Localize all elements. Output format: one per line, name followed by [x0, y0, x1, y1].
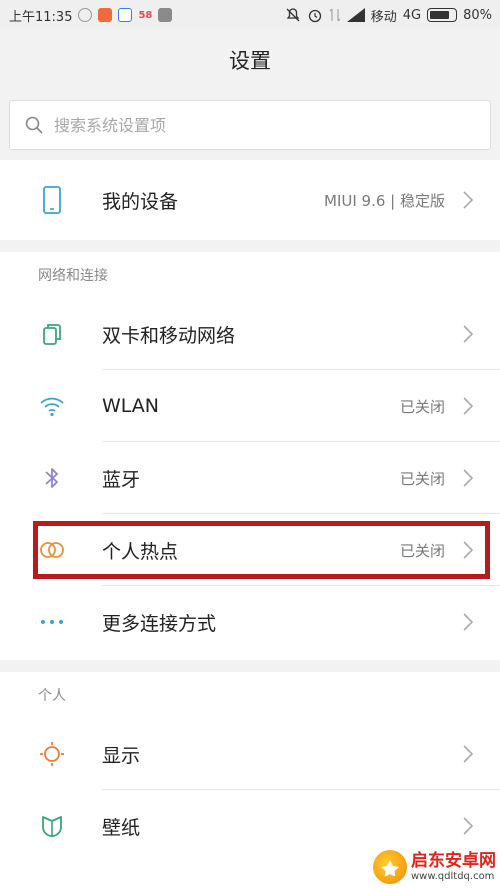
chevron-right-icon [462, 468, 474, 488]
personal-hotspot-row[interactable]: 个人热点 已关闭 [0, 514, 500, 586]
sim-card-icon [37, 319, 67, 349]
hotspot-icon [37, 535, 67, 565]
search-box[interactable] [9, 100, 491, 150]
status-time: 上午11:35 [9, 9, 73, 25]
watermark-logo-icon [373, 850, 407, 884]
search-input[interactable] [54, 115, 490, 135]
chevron-right-icon [462, 540, 474, 560]
sim-mobile-network-row[interactable]: 双卡和移动网络 [0, 298, 500, 370]
watermark-title: 启东安卓网 [411, 850, 496, 871]
battery-percent: 80% [463, 7, 492, 23]
device-card: 我的设备 MIUI 9.6 | 稳定版 [0, 160, 500, 240]
chevron-right-icon [462, 396, 474, 416]
display-label: 显示 [102, 744, 141, 767]
watermark-text: 启东安卓网 www.qdltdq.com [411, 850, 496, 882]
my-device-row[interactable]: 我的设备 MIUI 9.6 | 稳定版 [0, 160, 500, 240]
personal-hotspot-label: 个人热点 [102, 540, 179, 563]
phone-icon [37, 185, 67, 215]
signal-icon [346, 8, 365, 22]
app-notification-icon [118, 8, 133, 22]
search-container [0, 90, 500, 150]
display-icon [37, 739, 67, 769]
sim-mobile-network-label: 双卡和移动网络 [102, 324, 236, 347]
app-58-icon: 58 [138, 9, 153, 21]
search-icon [25, 116, 43, 134]
network-type: 4G [402, 7, 422, 23]
bluetooth-icon [37, 463, 67, 493]
watermark: 启东安卓网 www.qdltdq.com [373, 850, 496, 884]
more-connections-row[interactable]: 更多连接方式 [0, 586, 500, 658]
personal-hotspot-status: 已关闭 [399, 541, 445, 560]
chevron-right-icon [462, 612, 474, 632]
page-title: 设置 [229, 49, 271, 73]
bluetooth-status: 已关闭 [399, 469, 445, 488]
more-dots-icon [37, 607, 67, 637]
wlan-status: 已关闭 [399, 397, 445, 416]
app-notification-icon [78, 8, 93, 22]
wlan-label: WLAN [102, 395, 160, 417]
section-header-network: 网络和连接 [38, 268, 108, 284]
carrier-name: 移动 [370, 9, 397, 25]
wlan-row[interactable]: WLAN 已关闭 [0, 370, 500, 442]
chevron-right-icon [462, 190, 474, 210]
wifi-icon [37, 391, 67, 421]
display-row[interactable]: 显示 [0, 718, 500, 790]
chevron-right-icon [462, 324, 474, 344]
alarm-icon [308, 9, 321, 23]
data-transfer-icon [329, 8, 341, 22]
status-right: 移动 4G 80% [285, 6, 492, 25]
section-header-personal: 个人 [38, 688, 66, 704]
wallpaper-icon [37, 811, 67, 841]
mute-icon [286, 8, 300, 22]
network-card: 网络和连接 双卡和移动网络 WLAN 已关闭 蓝牙 已关闭 个人热点 已关闭 更… [0, 252, 500, 660]
mail-notification-icon [98, 8, 113, 22]
calendar-notification-icon [158, 8, 173, 22]
watermark-url: www.qdltdq.com [411, 870, 495, 882]
more-connections-label: 更多连接方式 [102, 612, 217, 635]
bluetooth-row[interactable]: 蓝牙 已关闭 [0, 442, 500, 514]
status-bar: 上午11:35 58 移动 4G 80% [0, 0, 500, 30]
status-left: 上午11:35 58 [9, 6, 173, 25]
wallpaper-label: 壁纸 [102, 816, 141, 839]
my-device-label: 我的设备 [102, 190, 179, 213]
battery-icon [427, 8, 458, 22]
chevron-right-icon [462, 816, 474, 836]
my-device-version: MIUI 9.6 | 稳定版 [324, 191, 445, 210]
bluetooth-label: 蓝牙 [102, 468, 141, 491]
chevron-right-icon [462, 744, 474, 764]
